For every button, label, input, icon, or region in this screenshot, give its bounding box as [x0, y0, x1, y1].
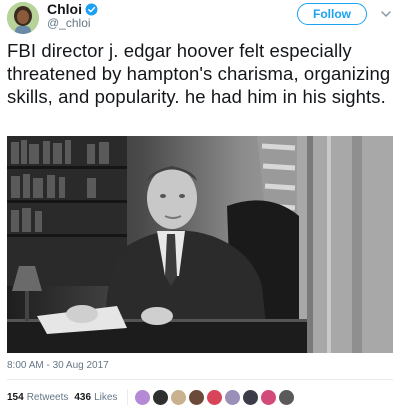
tweet-text: FBI director j. edgar hoover felt especi… — [7, 40, 391, 107]
tweet-stats: 154 Retweets 436 Likes — [7, 388, 296, 406]
liker-avatar[interactable] — [224, 388, 242, 406]
follow-button[interactable]: Follow — [297, 3, 367, 25]
liker-avatar[interactable] — [278, 388, 296, 406]
retweets-stat[interactable]: 154 Retweets — [7, 392, 68, 403]
tweet-card: Chloi @_chloi Follow FBI director j. edg… — [0, 0, 400, 413]
liker-avatar[interactable] — [134, 388, 152, 406]
liker-avatar[interactable] — [188, 388, 206, 406]
stats-separator — [127, 389, 129, 405]
retweets-count: 154 — [7, 391, 24, 403]
liker-avatar[interactable] — [170, 388, 188, 406]
likes-label: Likes — [94, 391, 118, 403]
author-handle[interactable]: @_chloi — [47, 16, 91, 30]
liker-avatar[interactable] — [152, 388, 170, 406]
liker-avatar[interactable] — [242, 388, 260, 406]
chevron-down-icon[interactable] — [380, 8, 392, 20]
tweet-timestamp[interactable]: 8:00 AM - 30 Aug 2017 — [7, 360, 109, 371]
liker-avatar[interactable] — [260, 388, 278, 406]
verified-badge-icon — [85, 3, 98, 15]
likes-stat[interactable]: 436 Likes — [74, 392, 117, 403]
author-name-row[interactable]: Chloi — [47, 1, 98, 17]
tweet-photo[interactable] — [7, 136, 393, 353]
liker-avatar[interactable] — [206, 388, 224, 406]
divider — [7, 379, 393, 380]
likes-count: 436 — [74, 391, 92, 403]
author-display-name[interactable]: Chloi — [47, 1, 82, 17]
retweets-label: Retweets — [26, 391, 69, 403]
liker-avatars — [134, 388, 296, 406]
author-avatar[interactable] — [7, 2, 39, 34]
